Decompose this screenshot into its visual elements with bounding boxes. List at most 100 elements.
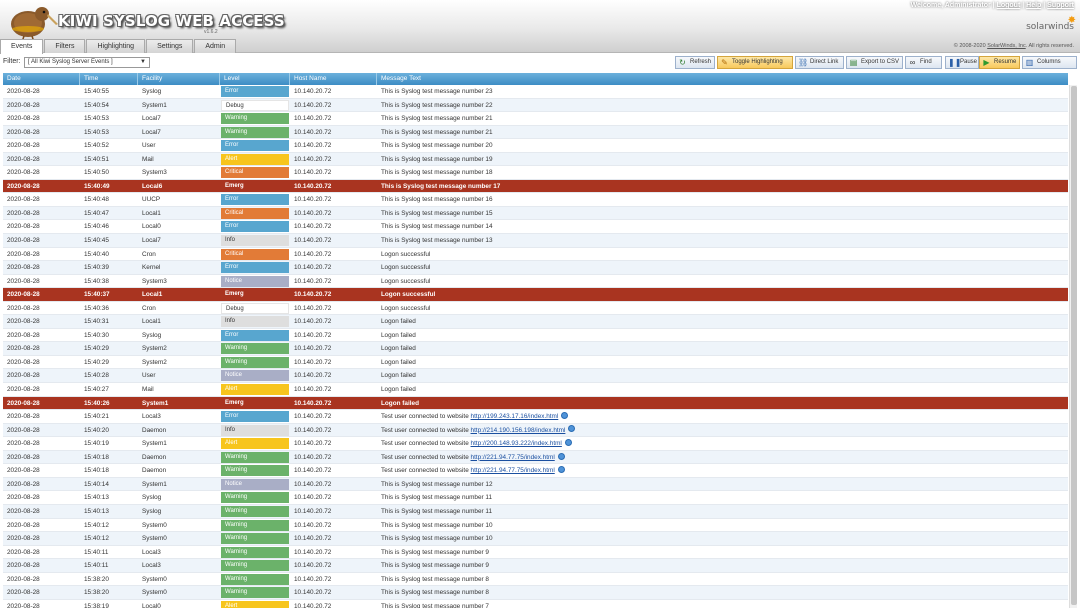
table-row[interactable]: 2020-08-28 15:40:51 Mail Alert 10.140.20.72 T… <box>3 152 1068 167</box>
column-header-facility[interactable]: Facility <box>138 73 220 85</box>
table-row[interactable]: 2020-08-28 15:40:52 User Error 10.140.20.72 T… <box>3 139 1068 153</box>
table-row[interactable]: 2020-08-28 15:40:53 Local7 Warning 10.140.20… <box>3 112 1068 126</box>
table-row[interactable]: 2020-08-28 15:40:12 System0 Warning 10.140.2… <box>3 519 1068 533</box>
message-text: Logon successful <box>381 291 436 299</box>
scrollbar-thumb[interactable] <box>1071 86 1077 605</box>
tab-settings[interactable]: Settings <box>146 39 194 53</box>
column-header-time[interactable]: Time <box>80 73 138 85</box>
table-row[interactable]: 2020-08-28 15:40:54 System1 Debug 10.140.20.… <box>3 98 1068 113</box>
find-button[interactable]: ∞ Find <box>905 56 942 69</box>
table-row[interactable]: 2020-08-28 15:40:50 System3 Critical 10.140.… <box>3 166 1068 180</box>
direct-link-button[interactable]: ⛓ Direct Link <box>795 56 844 69</box>
columns-icon: ▥ <box>1025 58 1034 67</box>
cell-facility: Local1 <box>142 291 163 299</box>
table-row[interactable]: 2020-08-28 15:40:53 Local7 Warning 10.140.20… <box>3 125 1068 140</box>
cell-time: 15:40:11 <box>84 548 109 556</box>
cell-date: 2020-08-28 <box>7 169 40 177</box>
solarwinds-link[interactable]: SolarWinds, Inc <box>987 43 1026 49</box>
cell-date: 2020-08-28 <box>7 575 40 583</box>
help-link[interactable]: Help <box>1026 2 1041 9</box>
level-badge: Emerg <box>221 289 289 301</box>
table-row[interactable]: 2020-08-28 15:40:49 Local6 Emerg 10.140.20.7… <box>3 179 1068 194</box>
table-row[interactable]: 2020-08-28 15:40:37 Local1 Emerg 10.140.20.7… <box>3 288 1068 302</box>
globe-link-icon[interactable] <box>557 452 565 460</box>
table-row[interactable]: 2020-08-28 15:40:45 Local7 Info 10.140.20.72… <box>3 234 1068 248</box>
cell-facility: Syslog <box>142 494 162 502</box>
tab-highlighting[interactable]: Highlighting <box>86 39 146 53</box>
column-header-date[interactable]: Date <box>3 73 80 85</box>
cell-facility: System2 <box>142 358 167 366</box>
table-row[interactable]: 2020-08-28 15:38:19 Local0 Alert 10.140.20.7… <box>3 600 1068 608</box>
table-row[interactable]: 2020-08-28 15:40:40 Cron Critical 10.140.20.… <box>3 248 1068 262</box>
table-row[interactable]: 2020-08-28 15:40:12 System0 Warning 10.140.2… <box>3 532 1068 546</box>
toggle-highlighting-button[interactable]: ✎ Toggle Highlighting <box>717 56 793 69</box>
cell-message-text: This is Syslog test message number 17 <box>377 180 1068 193</box>
table-row[interactable]: 2020-08-28 15:40:13 Syslog Warning 10.140.20… <box>3 504 1068 519</box>
cell-host-name: 10.140.20.72 <box>294 223 332 231</box>
level-badge: Critical <box>221 167 289 179</box>
cell-message-text: This is Syslog test message number 14 <box>377 220 1068 233</box>
support-link[interactable]: Support <box>1047 2 1074 9</box>
level-badge: Info <box>221 235 289 247</box>
table-row[interactable]: 2020-08-28 15:40:29 System2 Warning 10.140.2… <box>3 356 1068 370</box>
globe-link-icon[interactable] <box>557 466 565 474</box>
table-row[interactable]: 2020-08-28 15:40:20 Daemon Info 10.140.20.72… <box>3 423 1068 438</box>
table-row[interactable]: 2020-08-28 15:40:29 System2 Warning 10.140.2… <box>3 342 1068 356</box>
logout-link[interactable]: Logout <box>997 2 1021 9</box>
column-header-level[interactable]: Level <box>220 73 290 85</box>
columns-button[interactable]: ▥ Columns <box>1022 56 1077 69</box>
table-row[interactable]: 2020-08-28 15:40:11 Local3 Warning 10.140.20… <box>3 546 1068 560</box>
level-badge: Error <box>221 140 289 152</box>
globe-link-icon[interactable] <box>561 411 569 419</box>
column-header-host-name[interactable]: Host Name <box>290 73 377 85</box>
cell-date: 2020-08-28 <box>7 331 40 339</box>
table-row[interactable]: 2020-08-28 15:40:46 Local0 Error 10.140.20.7… <box>3 220 1068 235</box>
table-row[interactable]: 2020-08-28 15:40:36 Cron Debug 10.140.20.72 L… <box>3 302 1068 316</box>
pause-button[interactable]: ❚❚ Pause <box>945 56 979 69</box>
message-url-link[interactable]: http://199.243.17.16/index.html <box>471 413 559 420</box>
table-row[interactable]: 2020-08-28 15:38:20 System0 Warning 10.140.2… <box>3 573 1068 587</box>
table-row[interactable]: 2020-08-28 15:40:28 User Notice 10.140.20.72… <box>3 369 1068 384</box>
table-row[interactable]: 2020-08-28 15:38:20 System0 Warning 10.140.2… <box>3 586 1068 600</box>
refresh-button[interactable]: ↻ Refresh <box>675 56 715 69</box>
cell-message-text: This is Syslog test message number 8 <box>377 573 1068 586</box>
table-row[interactable]: 2020-08-28 15:40:47 Local1 Critical 10.140.2… <box>3 206 1068 221</box>
table-row[interactable]: 2020-08-28 15:40:31 Local1 Info 10.140.20.72… <box>3 315 1068 329</box>
globe-link-icon[interactable] <box>568 425 576 433</box>
cell-time: 15:40:40 <box>84 250 109 258</box>
column-header-message-text[interactable]: Message Text <box>377 73 1068 85</box>
cell-facility: Mail <box>142 155 154 163</box>
message-url-link[interactable]: http://200.148.93.222/index.html <box>471 440 562 447</box>
level-badge: Alert <box>221 438 289 450</box>
cell-date: 2020-08-28 <box>7 507 40 515</box>
table-row[interactable]: 2020-08-28 15:40:48 UUCP Error 10.140.20.72 T… <box>3 193 1068 207</box>
table-row[interactable]: 2020-08-28 15:40:55 Syslog Error 10.140.20.7… <box>3 85 1068 99</box>
table-row[interactable]: 2020-08-28 15:40:14 System1 Notice 10.140.20… <box>3 477 1068 492</box>
filter-dropdown[interactable]: [ All Kiwi Syslog Server Events ] ▼ <box>24 57 150 68</box>
message-url-link[interactable]: http://214.190.156.198/index.html <box>471 427 566 434</box>
table-row[interactable]: 2020-08-28 15:40:21 Local3 Error 10.140.20.7… <box>3 410 1068 424</box>
export-csv-button[interactable]: ▤ Export to CSV <box>846 56 903 69</box>
level-badge: Emerg <box>221 397 289 409</box>
cell-facility: System1 <box>142 399 169 407</box>
message-url-link[interactable]: http://221.94.77.75/index.html <box>471 454 555 461</box>
cell-host-name: 10.140.20.72 <box>294 345 332 353</box>
table-row[interactable]: 2020-08-28 15:40:19 System1 Alert 10.140.20.… <box>3 437 1068 451</box>
table-row[interactable]: 2020-08-28 15:40:18 Daemon Warning 10.140.20… <box>3 464 1068 478</box>
message-url-link[interactable]: http://221.94.77.75/index.html <box>471 467 555 474</box>
table-row[interactable]: 2020-08-28 15:40:13 Syslog Warning 10.140.20… <box>3 491 1068 505</box>
vertical-scrollbar[interactable] <box>1069 85 1077 608</box>
tab-events[interactable]: Events <box>0 39 44 54</box>
globe-link-icon[interactable] <box>564 439 572 447</box>
tab-admin[interactable]: Admin <box>194 39 237 53</box>
table-row[interactable]: 2020-08-28 15:40:38 System3 Notice 10.140.20… <box>3 275 1068 289</box>
tab-filters[interactable]: Filters <box>44 39 86 53</box>
resume-button[interactable]: ▶ Resume <box>979 56 1020 69</box>
table-row[interactable]: 2020-08-28 15:40:11 Local3 Warning 10.140.20… <box>3 559 1068 573</box>
table-row[interactable]: 2020-08-28 15:40:27 Mail Alert 10.140.20.72 L… <box>3 383 1068 397</box>
table-row[interactable]: 2020-08-28 15:40:30 Syslog Error 10.140.20.7… <box>3 329 1068 343</box>
table-row[interactable]: 2020-08-28 15:40:18 Daemon Warning 10.140.20… <box>3 450 1068 465</box>
table-row[interactable]: 2020-08-28 15:40:39 Kernel Error 10.140.20.7… <box>3 261 1068 275</box>
table-row[interactable]: 2020-08-28 15:40:26 System1 Emerg 10.140.20.… <box>3 396 1068 411</box>
cell-host-name: 10.140.20.72 <box>294 237 332 245</box>
